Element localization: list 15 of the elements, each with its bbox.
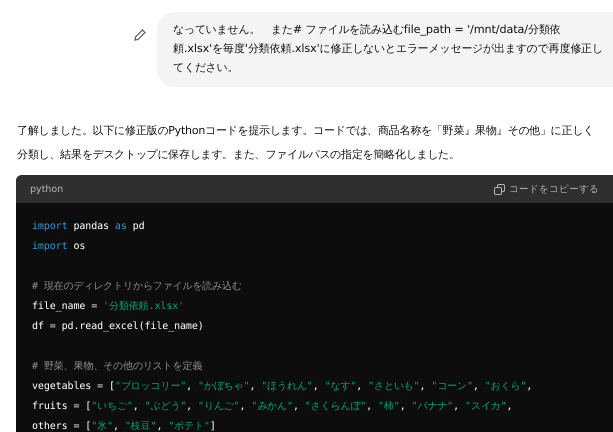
- code-line: import pandas as pd: [32, 220, 145, 234]
- code-line: # 現在のディレクトリからファイルを読み込む: [32, 280, 242, 294]
- copy-button[interactable]: コードをコピーする: [494, 182, 599, 196]
- code-line: df = pd.read_excel(file_name): [32, 320, 204, 334]
- edit-icon[interactable]: [133, 28, 147, 42]
- code-line: import os: [32, 240, 86, 254]
- code-line: # 野菜、果物、その他のリストを定義: [32, 360, 202, 374]
- code-line: file_name = '分類依頼.xlsx': [32, 300, 184, 314]
- assistant-message: 了解しました。以下に修正版のPythonコードを提示します。コードでは、商品名称を「野菜』果物』その他」に正しく分類し、結果をデスクトップに保存します。また、ファイルパスの指定を簡略化しました。: [17, 123, 595, 163]
- user-message: なっていません。 また# ファイルを読み込むfile_path = '/mnt/data/分類依頼.xlsx'を毎度'分類依頼.xlsx'に修正しないとエラーメッセージが出ますので再度修正してください。: [157, 12, 613, 87]
- copy-icon: [494, 184, 505, 194]
- code-line: fruits = ["いちご", "ぶどう", "りんご", "みかん", "さくらんぼ", "柿", "バナナ", "スイカ",: [32, 400, 512, 414]
- code-language: python: [30, 184, 64, 194]
- code-line: vegetables = ["ブロッコリー", "かぼちゃ", "ほうれん", "なす", "さといも", "コーン", "おくら",: [32, 380, 532, 394]
- code-line: others = ["氷", "枝豆", "ポテト"]: [32, 420, 216, 432]
